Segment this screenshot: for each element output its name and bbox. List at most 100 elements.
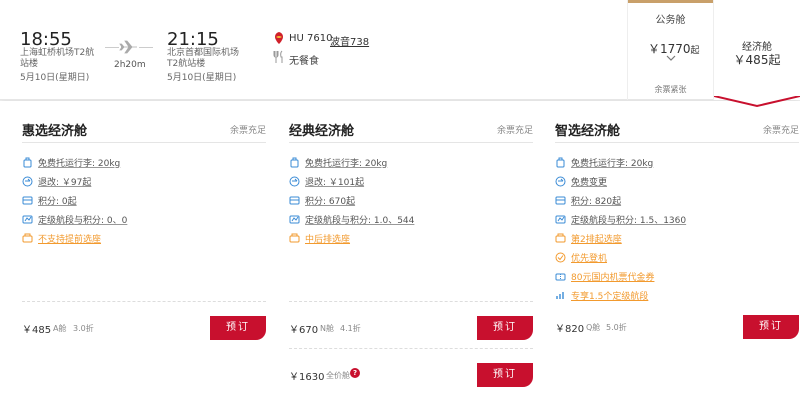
feature-grade-points[interactable]: 定级航段与积分: 1.5、1360 (555, 212, 686, 226)
feature-seat[interactable]: 不支持提前选座 (22, 231, 101, 245)
feature-points[interactable]: 积分: 670起 (289, 193, 355, 207)
price-row: ￥820 Q舱 5.0折 预订 (555, 301, 799, 341)
feature-baggage[interactable]: 免费托运行李: 20kg (555, 155, 653, 169)
refund-icon (289, 176, 300, 186)
feature-points[interactable]: 积分: 0起 (22, 193, 77, 207)
feature-text: 免费托运行李: 20kg (38, 158, 121, 169)
fare-availability: 余票充足 (229, 126, 266, 136)
route-line (105, 47, 119, 48)
seat-icon (22, 233, 33, 242)
fork-knife-icon (273, 50, 283, 63)
feature-baggage[interactable]: 免费托运行李: 20kg (289, 155, 387, 169)
divider (289, 142, 533, 143)
fare-class: Q舱 (586, 323, 601, 332)
feature-text: 第2排起选座 (571, 234, 622, 245)
fare-name: 经典经济舱 (289, 124, 355, 139)
flight-summary: 18:55 上海虹桥机场T2航站楼 5月10日(星期日) 2h20m 21:15… (0, 0, 800, 100)
arrival-airport: 北京首都国际机场T2航站楼 (167, 48, 240, 69)
fare-discount: 4.1折 (340, 324, 361, 333)
fare-price: ￥1630 (289, 372, 325, 383)
coupon-icon (555, 273, 566, 280)
business-class-tab[interactable]: 公务舱 ￥1770起 余票紧张 (627, 0, 714, 100)
feature-points[interactable]: 积分: 820起 (555, 193, 621, 207)
seat-icon (289, 233, 300, 242)
tab-accent-bar (628, 0, 713, 3)
arrival-date: 5月10日(星期日) (167, 73, 237, 83)
fare-name: 智选经济舱 (555, 124, 621, 139)
fare-discount: 5.0折 (606, 323, 627, 332)
price-row: ￥1630 全价舱 ? 预订 (289, 348, 533, 388)
price-row: ￥670 N舱 4.1折 预订 (289, 301, 533, 341)
feature-text: 积分: 670起 (305, 196, 356, 207)
help-icon[interactable]: ? (350, 368, 360, 378)
chevron-down-icon[interactable] (666, 54, 676, 62)
feature-text: 定级航段与积分: 0、0 (38, 215, 128, 226)
fare-class: 全价舱 (326, 371, 350, 380)
fare-column-smart: 智选经济舱 余票充足 免费托运行李: 20kg 免费变更 积分: 820起 定级… (555, 101, 799, 417)
fare-class: N舱 (320, 324, 334, 333)
grade-points-icon (555, 215, 566, 223)
book-button[interactable]: 预订 (743, 315, 799, 339)
grade-points-icon (289, 215, 300, 223)
hainan-airlines-logo (275, 32, 283, 44)
book-button[interactable]: 预订 (210, 316, 266, 340)
priority-boarding-icon (555, 252, 566, 262)
fare-class: A舱 (53, 324, 67, 333)
feature-text: 专享1.5个定级航段 (571, 291, 649, 302)
feature-text: 积分: 820起 (571, 196, 622, 207)
feature-seat[interactable]: 第2排起选座 (555, 231, 622, 245)
feature-upgrade[interactable]: 专享1.5个定级航段 (555, 288, 648, 302)
points-icon (289, 196, 300, 204)
book-button[interactable]: 预订 (477, 316, 533, 340)
flight-number: HU 7610 (289, 33, 333, 44)
fare-options-panel: 惠选经济舱 余票充足 免费托运行李: 20kg 退改: ￥97起 积分: 0起 … (0, 101, 800, 417)
fare-column-classic: 经典经济舱 余票充足 免费托运行李: 20kg 退改: ￥101起 积分: 67… (289, 101, 533, 417)
fare-price: ￥485 (22, 325, 52, 336)
refund-icon (555, 176, 566, 186)
fare-price: ￥820 (555, 324, 585, 335)
arrival-time: 21:15 (167, 29, 219, 50)
feature-grade-points[interactable]: 定级航段与积分: 0、0 (22, 212, 127, 226)
business-class-price-suffix: 起 (690, 46, 700, 56)
feature-refund[interactable]: 退改: ￥97起 (22, 174, 91, 188)
departure-airport: 上海虹桥机场T2航站楼 (20, 48, 95, 69)
feature-grade-points[interactable]: 定级航段与积分: 1.0、544 (289, 212, 414, 226)
feature-text: 免费托运行李: 20kg (305, 158, 388, 169)
fare-discount: 3.0折 (73, 324, 94, 333)
feature-seat[interactable]: 中后排选座 (289, 231, 350, 245)
fare-availability: 余票充足 (496, 126, 533, 136)
feature-text: 优先登机 (571, 253, 608, 264)
economy-class-price: ￥485起 (733, 53, 781, 67)
book-button[interactable]: 预订 (477, 363, 533, 387)
feature-text: 不支持提前选座 (38, 234, 102, 245)
divider (22, 142, 266, 143)
feature-text: 定级航段与积分: 1.5、1360 (571, 215, 687, 226)
business-class-title: 公务舱 (655, 15, 686, 26)
feature-coupon[interactable]: 80元国内机票代金券 (555, 269, 654, 283)
divider (555, 142, 799, 143)
seat-icon (555, 233, 566, 242)
points-icon (555, 196, 566, 204)
aircraft-type-link[interactable]: 波音738 (330, 33, 369, 48)
fare-column-basic: 惠选经济舱 余票充足 免费托运行李: 20kg 退改: ￥97起 积分: 0起 … (22, 101, 266, 417)
departure-date: 5月10日(星期日) (20, 73, 90, 83)
luggage-icon (23, 157, 32, 167)
feature-text: 退改: ￥101起 (305, 177, 365, 188)
refund-icon (22, 176, 33, 186)
selected-tab-indicator (714, 96, 800, 108)
feature-priority-boarding[interactable]: 优先登机 (555, 250, 607, 264)
feature-text: 免费变更 (571, 177, 608, 188)
economy-class-tab[interactable]: 经济舱 ￥485起 (714, 0, 800, 100)
price-row: ￥485 A舱 3.0折 预订 (22, 301, 266, 341)
feature-text: 中后排选座 (305, 234, 351, 245)
business-class-stock: 余票紧张 (654, 85, 687, 94)
feature-refund[interactable]: 退改: ￥101起 (289, 174, 364, 188)
luggage-icon (290, 157, 299, 167)
feature-text: 定级航段与积分: 1.0、544 (305, 215, 415, 226)
fare-availability: 余票充足 (762, 126, 799, 136)
feature-refund[interactable]: 免费变更 (555, 174, 607, 188)
meal-info: 无餐食 (289, 56, 319, 67)
luggage-icon (556, 157, 565, 167)
feature-baggage[interactable]: 免费托运行李: 20kg (22, 155, 120, 169)
departure-time: 18:55 (20, 29, 72, 50)
